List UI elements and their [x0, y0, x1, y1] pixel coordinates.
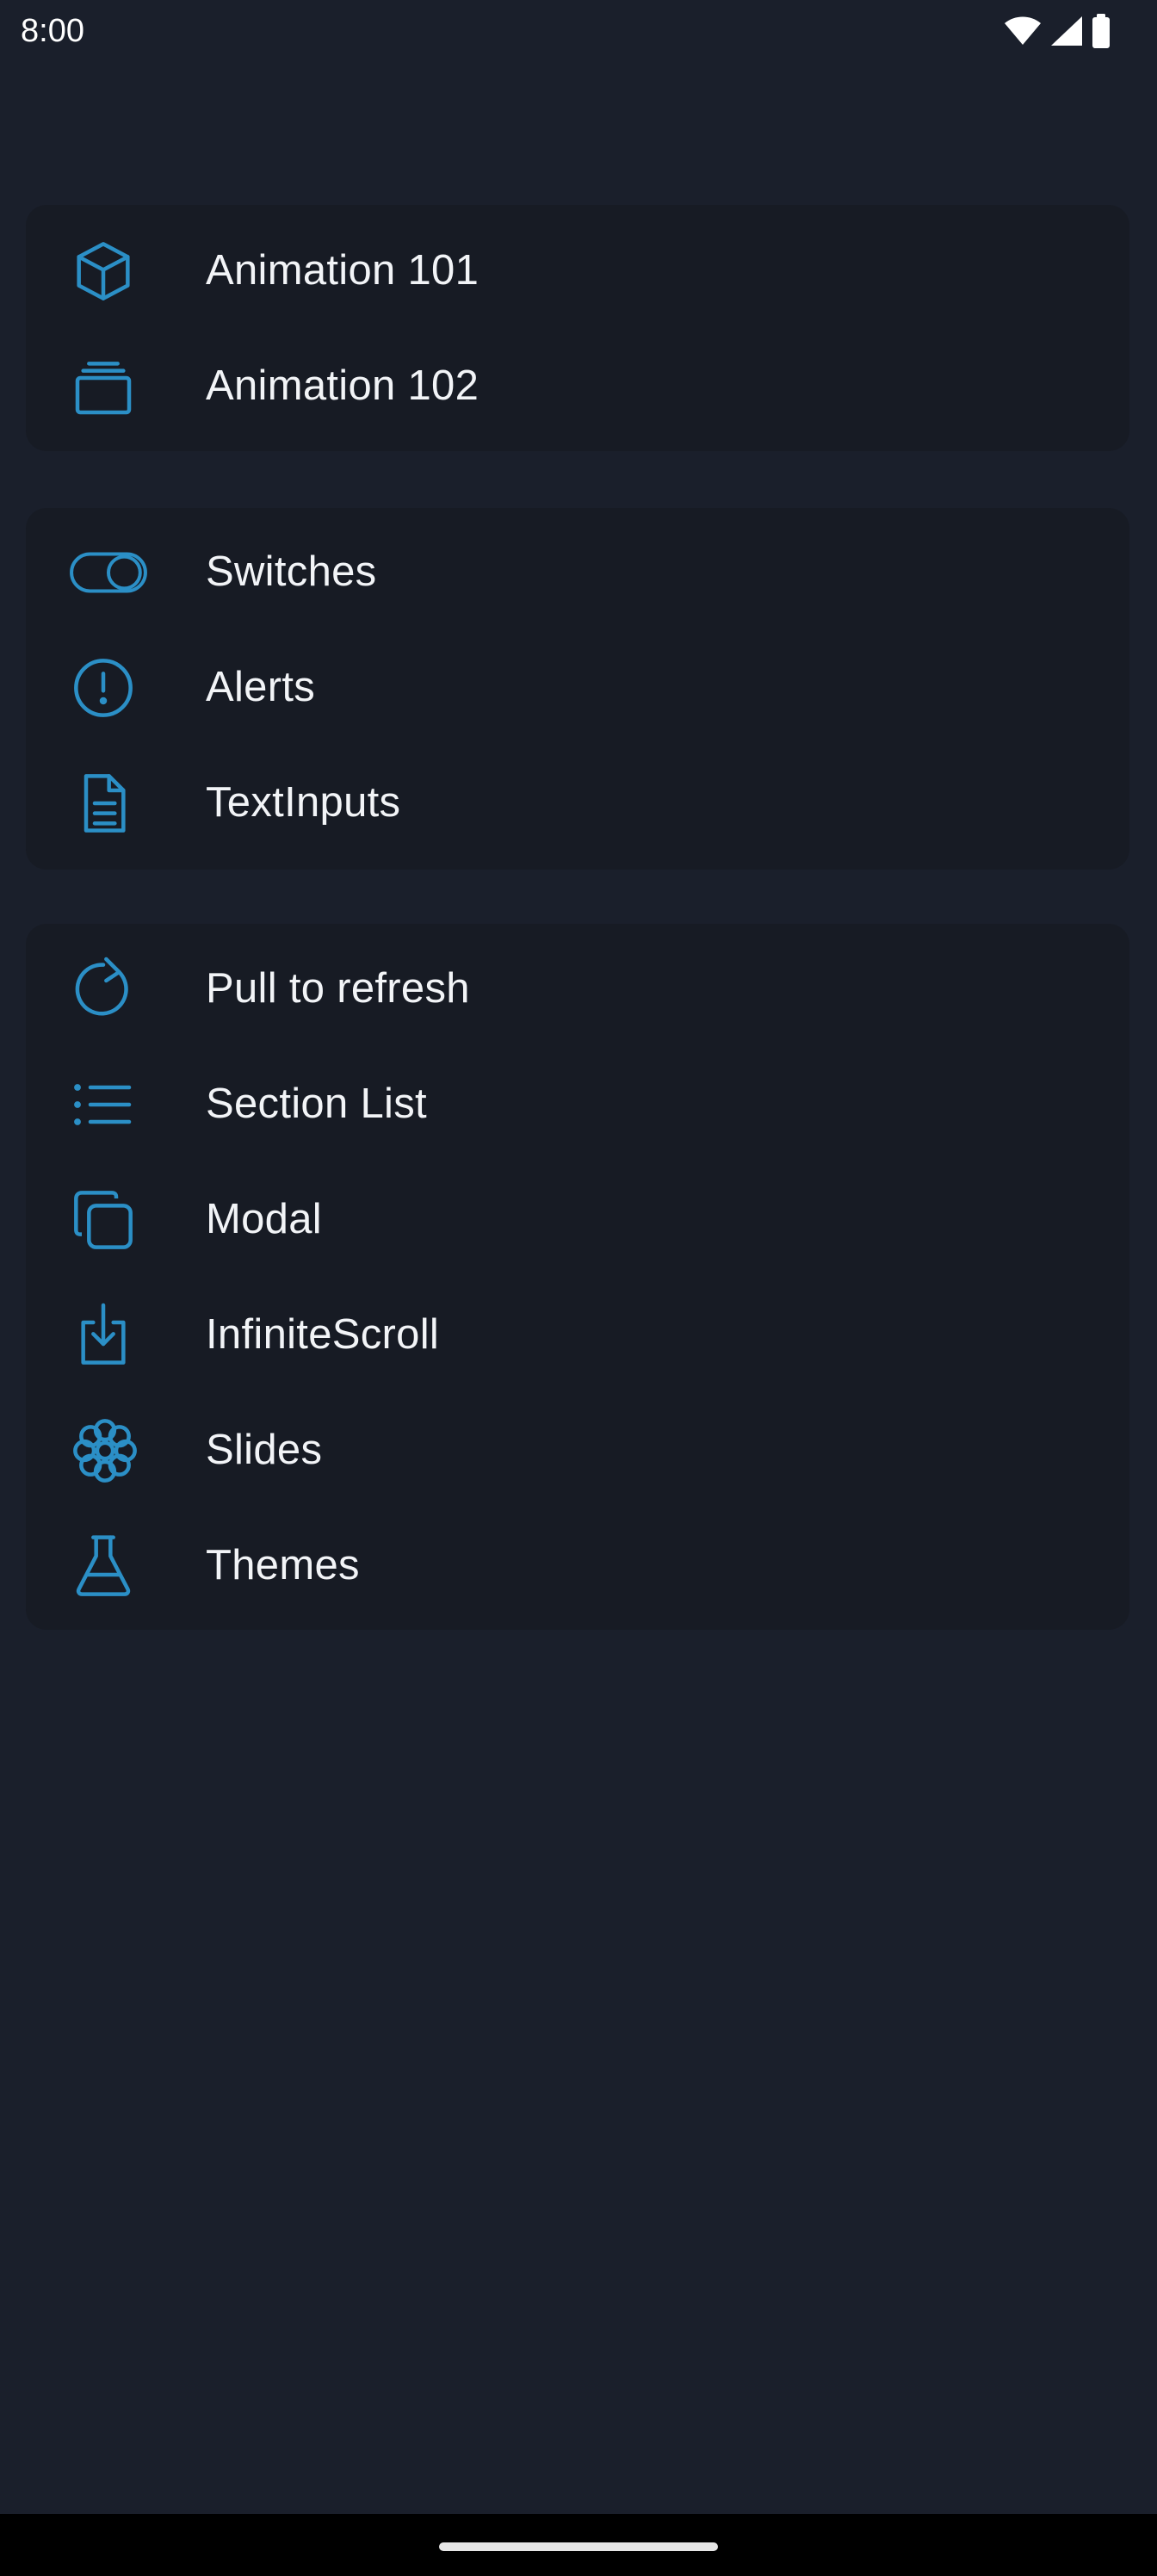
menu-item-modal[interactable]: Modal: [26, 1161, 1129, 1277]
flower-icon: [69, 1419, 203, 1483]
menu-group-3: Pull to refresh Section List Modal Infin…: [26, 924, 1129, 1630]
cube-icon: [69, 240, 203, 302]
menu-group-2: Switches Alerts TextInputs: [26, 508, 1129, 870]
menu-item-label: Animation 101: [206, 247, 480, 294]
menu-item-textinputs[interactable]: TextInputs: [26, 745, 1129, 860]
menu-item-label: Animation 102: [206, 362, 480, 409]
download-icon: [69, 1303, 203, 1366]
stack-icon: [69, 356, 203, 418]
menu-item-animation-101[interactable]: Animation 101: [26, 213, 1129, 328]
menu-item-label: Pull to refresh: [206, 965, 470, 1012]
document-icon: [69, 772, 203, 834]
menu-item-pull-to-refresh[interactable]: Pull to refresh: [26, 931, 1129, 1046]
home-gesture-handle[interactable]: [439, 2542, 718, 2551]
menu-item-switches[interactable]: Switches: [26, 514, 1129, 629]
toggle-icon: [69, 542, 203, 604]
menu-group-1: Animation 101 Animation 102: [26, 205, 1129, 451]
cell-signal-icon: [1050, 15, 1083, 46]
menu-item-animation-102[interactable]: Animation 102: [26, 328, 1129, 443]
menu-item-slides[interactable]: Slides: [26, 1392, 1129, 1508]
menu-item-label: Modal: [206, 1196, 322, 1242]
menu-item-themes[interactable]: Themes: [26, 1508, 1129, 1623]
status-icons: [1004, 12, 1111, 50]
status-time: 8:00: [21, 13, 84, 49]
wifi-icon: [1004, 16, 1042, 46]
menu-item-label: TextInputs: [206, 779, 401, 826]
alert-circle-icon: [69, 657, 203, 719]
battery-icon: [1092, 14, 1111, 48]
menu-item-section-list[interactable]: Section List: [26, 1046, 1129, 1161]
navigation-bar: [0, 2514, 1157, 2576]
menu-item-label: Slides: [206, 1427, 323, 1473]
copy-icon: [69, 1189, 203, 1251]
status-bar: 8:00: [0, 0, 1157, 62]
screen: 8:00 Animation 101 Animation 102 Switche…: [0, 0, 1157, 2576]
menu-item-label: Switches: [206, 548, 377, 595]
menu-item-label: Alerts: [206, 664, 316, 710]
menu-item-label: InfiniteScroll: [206, 1311, 440, 1358]
menu-item-label: Section List: [206, 1081, 427, 1127]
refresh-icon: [69, 957, 203, 1020]
flask-icon: [69, 1535, 203, 1597]
menu-item-label: Themes: [206, 1542, 360, 1588]
list-icon: [69, 1074, 203, 1136]
menu-item-infinitescroll[interactable]: InfiniteScroll: [26, 1277, 1129, 1392]
menu-item-alerts[interactable]: Alerts: [26, 629, 1129, 745]
